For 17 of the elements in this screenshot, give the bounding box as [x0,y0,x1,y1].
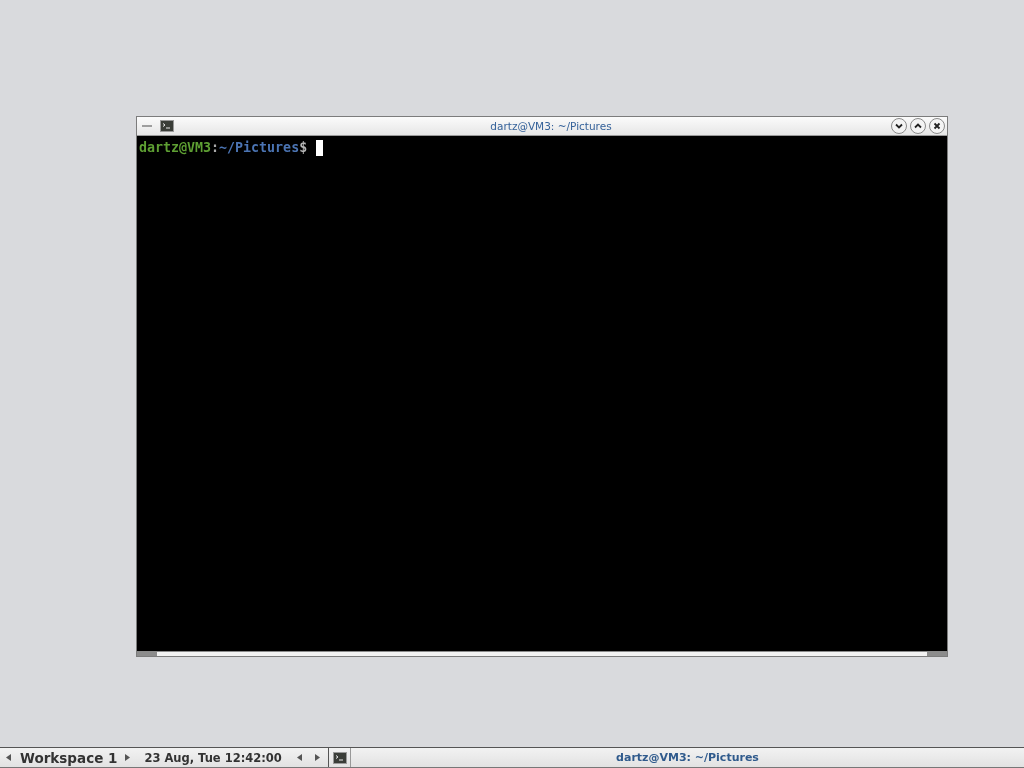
terminal-icon[interactable] [160,120,174,132]
shell-prompt: dartz@VM3:~/Pictures$ [139,140,308,156]
left-arrow-icon[interactable] [6,754,11,761]
terminal-icon[interactable] [333,751,347,764]
left-arrow-icon[interactable] [296,754,302,761]
resize-handle[interactable] [927,652,947,656]
task-button[interactable]: dartz@VM3: ~/Pictures [350,748,1024,767]
text-cursor-icon [316,140,324,156]
clock: 23 Aug, Tue 12:42:00 [144,750,282,765]
close-icon[interactable] [929,118,945,134]
chevron-down-icon[interactable] [891,118,907,134]
chevron-up-icon[interactable] [910,118,926,134]
workspace-name[interactable]: Workspace 1 [20,749,118,766]
resize-handle[interactable] [137,652,157,656]
right-arrow-icon[interactable] [125,754,131,761]
window-title: dartz@VM3: ~/Pictures [490,119,612,133]
right-arrow-icon[interactable] [314,754,320,761]
